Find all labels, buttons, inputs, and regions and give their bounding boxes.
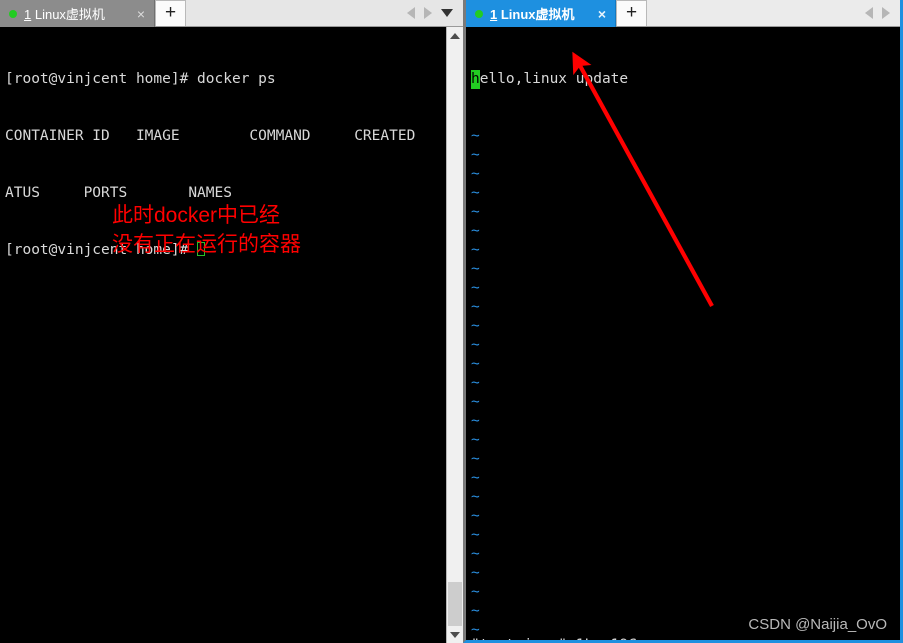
chevron-down-icon [450,631,460,638]
tab-label-left: 1 Linux虚拟机 [24,4,128,23]
terminal-cursor [197,242,206,256]
tab-label-right: 1 Linux虚拟机 [490,4,589,23]
terminal-line: ATUS PORTS NAMES [5,185,232,201]
tab-name: Linux虚拟机 [31,7,105,22]
vim-empty-line: ~ [471,147,480,163]
vim-line-1: hello,linux update [471,70,900,89]
vim-empty-line: ~ [471,375,480,391]
vim-empty-line: ~ [471,204,480,220]
chevron-right-icon[interactable] [882,7,890,19]
terminal-prompt-text: [root@vinjcent home]# [5,242,198,258]
vim-empty-line: ~ [471,394,480,410]
terminal-line: [root@vinjcent home]# docker ps [5,71,276,87]
vim-empty-line: ~ [471,318,480,334]
tab-linux-vm-left[interactable]: 1 Linux虚拟机 × [0,0,155,27]
vim-status-file: "test.java" 1L, 19C [471,636,637,640]
vim-empty-line: ~ [471,280,480,296]
terminal-line: CONTAINER ID IMAGE COMMAND CREATED ST [5,128,446,144]
vim-empty-lines: ~~~~~~~~~~~~~~~~~~~~~~~~~~~~~ [471,127,900,640]
vim-empty-line: ~ [471,337,480,353]
vim-empty-line: ~ [471,223,480,239]
close-icon[interactable]: × [134,7,148,21]
tabbar-filler-right [647,0,865,26]
tabbar-left: 1 Linux虚拟机 × + [0,0,463,27]
vim-empty-line: ~ [471,508,480,524]
chevron-left-icon[interactable] [407,7,415,19]
vim-empty-line: ~ [471,128,480,144]
new-tab-button-right[interactable]: + [616,0,647,26]
scrollbar-left[interactable] [446,27,463,643]
tabbar-controls-right [865,0,900,26]
chevron-left-icon[interactable] [865,7,873,19]
vim-empty-line: ~ [471,489,480,505]
tabbar-controls-left [407,0,463,26]
vim-empty-line: ~ [471,299,480,315]
vim-empty-line: ~ [471,546,480,562]
terminal-prompt-line: [root@vinjcent home]# [5,241,446,260]
vim-line-1-text: ello,linux update [479,71,629,87]
chevron-up-icon [450,32,460,39]
scroll-track-left[interactable] [447,44,463,626]
close-icon[interactable]: × [595,7,609,21]
terminal-output-left[interactable]: [root@vinjcent home]# docker ps CONTAINE… [0,27,446,643]
vim-empty-line: ~ [471,584,480,600]
vim-empty-line: ~ [471,185,480,201]
vim-empty-line: ~ [471,451,480,467]
scroll-thumb-left[interactable] [448,582,462,626]
terminal-body-wrap-right: hello,linux update ~ ~ ~ ~ ~ ~ ~ ~ ~ ~ ~ ~ ~ ~ ~ ~ ~ ~ ~ ~ ~… [466,27,900,640]
vim-empty-line: ~ [471,470,480,486]
vim-empty-line: ~ [471,242,480,258]
vim-empty-line: ~ [471,527,480,543]
scroll-down-button-left[interactable] [447,626,463,643]
vim-empty-line: ~ [471,432,480,448]
vim-empty-line: ~ [471,261,480,277]
vim-cursor: h [471,70,480,89]
vim-empty-line: ~ [471,356,480,372]
tab-status-dot-icon [9,9,17,18]
terminal-window-right: 1 Linux虚拟机 × + hello,linux update ~ ~ ~ ~ ~ ~… [463,0,903,643]
chevron-down-icon[interactable] [441,9,453,17]
tab-linux-vm-right[interactable]: 1 Linux虚拟机 × [466,0,616,27]
vim-empty-line: ~ [471,413,480,429]
scroll-up-button-left[interactable] [447,27,463,44]
tabbar-filler-left [186,0,407,26]
tabbar-right: 1 Linux虚拟机 × + [466,0,900,27]
terminal-window-left: 1 Linux虚拟机 × + [root@vinjcent home]# doc… [0,0,463,643]
tab-name: Linux虚拟机 [497,7,575,22]
vim-empty-line: ~ [471,565,480,581]
vim-empty-line: ~ [471,166,480,182]
vim-editor[interactable]: hello,linux update ~ ~ ~ ~ ~ ~ ~ ~ ~ ~ ~ ~ ~ ~ ~ ~ ~ ~ ~ ~ ~… [466,27,900,640]
new-tab-button-left[interactable]: + [155,0,186,26]
terminal-body-wrap-left: [root@vinjcent home]# docker ps CONTAINE… [0,27,463,643]
app-root: 1 Linux虚拟机 × + [root@vinjcent home]# doc… [0,0,903,643]
vim-status-line: "test.java" 1L, 19C 1,1 All [466,617,900,640]
chevron-right-icon[interactable] [424,7,432,19]
tab-status-dot-icon [475,9,483,18]
